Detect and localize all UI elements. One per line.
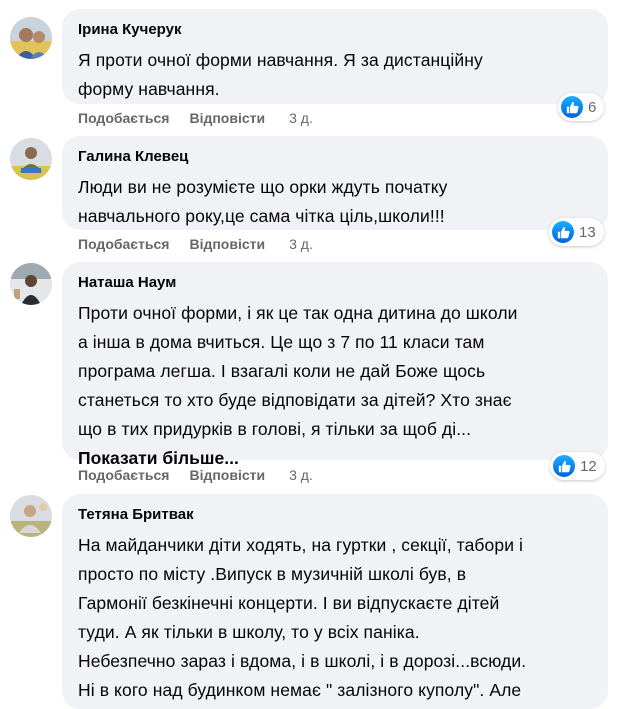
comment-actions: Подобається Відповісти 3 д. — [78, 235, 313, 253]
comment-bubble: Тетяна Бритвак На майданчики діти ходять… — [62, 494, 608, 709]
comment-text-line: туди. А як тільки в школу, то у всіх пан… — [78, 622, 420, 642]
comment-text: Люди ви не розумієте що орки ждуть почат… — [78, 173, 592, 231]
comment-text: Я проти очної форми навчання. Я за диста… — [78, 46, 592, 104]
like-thumb-icon — [561, 96, 583, 118]
comment-text: На майданчики діти ходять, на гуртки , с… — [78, 531, 592, 705]
comment-text-line: просто по місту .Випуск в музичній школі… — [78, 564, 467, 584]
comment-timestamp[interactable]: 3 д. — [289, 110, 313, 126]
reaction-count[interactable]: 6 — [558, 93, 605, 121]
reaction-count-value: 6 — [588, 98, 597, 116]
avatar[interactable] — [10, 17, 52, 59]
comment-actions: Подобається Відповісти 3 д. — [78, 466, 313, 484]
comment-bubble: Ірина Кучерук Я проти очної форми навчан… — [62, 9, 608, 104]
comment-text-line: Я проти очної форми навчання. Я за диста… — [78, 50, 483, 70]
comment-text-line: що в тих придурків в голові, я тільки за… — [78, 419, 472, 439]
reaction-count[interactable]: 13 — [549, 218, 604, 246]
comment-text: Проти очної форми, і як це так одна дити… — [78, 299, 592, 444]
like-thumb-icon — [553, 455, 575, 477]
comment-text-line: Люди ви не розумієте що орки ждуть почат… — [78, 177, 448, 197]
comment-text-line: На майданчики діти ходять, на гуртки , с… — [78, 535, 524, 555]
reply-button[interactable]: Відповісти — [189, 467, 265, 483]
reply-button[interactable]: Відповісти — [189, 236, 265, 252]
reaction-count-value: 12 — [580, 457, 597, 475]
comment-timestamp[interactable]: 3 д. — [289, 236, 313, 252]
comment-actions: Подобається Відповісти 3 д. — [78, 109, 313, 127]
comment-text-line: навчального року,це сама чітка ціль,школ… — [78, 206, 445, 226]
like-button[interactable]: Подобається — [78, 110, 169, 126]
comment-bubble: Галина Клевец Люди ви не розумієте що ор… — [62, 136, 608, 230]
avatar[interactable] — [10, 495, 52, 537]
comment-author[interactable]: Наташа Наум — [78, 273, 592, 293]
comment-text-line: Небезпечно зараз і вдома, і в школі, і в… — [78, 651, 527, 671]
comment-timestamp[interactable]: 3 д. — [289, 467, 313, 483]
like-button[interactable]: Подобається — [78, 467, 169, 483]
like-button[interactable]: Подобається — [78, 236, 169, 252]
reaction-count-value: 13 — [579, 223, 596, 241]
comment-bubble: Наташа Наум Проти очної форми, і як це т… — [62, 262, 608, 468]
comment-text-line: станеться то хто буде відповідати за діт… — [78, 390, 512, 410]
avatar[interactable] — [10, 263, 52, 305]
comment-text-line: Проти очної форми, і як це так одна дити… — [78, 303, 518, 323]
reaction-count[interactable]: 12 — [550, 452, 605, 480]
comment-author[interactable]: Галина Клевец — [78, 147, 592, 167]
comment-text-line: а інша в дома вчиться. Це що з 7 по 11 к… — [78, 332, 485, 352]
comment-text-line: програма легша. І взагалі коли не дай Бо… — [78, 361, 486, 381]
avatar[interactable] — [10, 138, 52, 180]
reply-button[interactable]: Відповісти — [189, 110, 265, 126]
comment-author[interactable]: Тетяна Бритвак — [78, 505, 592, 525]
comment-text-line: Гармонії безкінечні концерти. І ви відпу… — [78, 593, 500, 613]
comment-author[interactable]: Ірина Кучерук — [78, 20, 592, 40]
like-thumb-icon — [552, 221, 574, 243]
comment-text-line: форму навчання. — [78, 79, 220, 99]
